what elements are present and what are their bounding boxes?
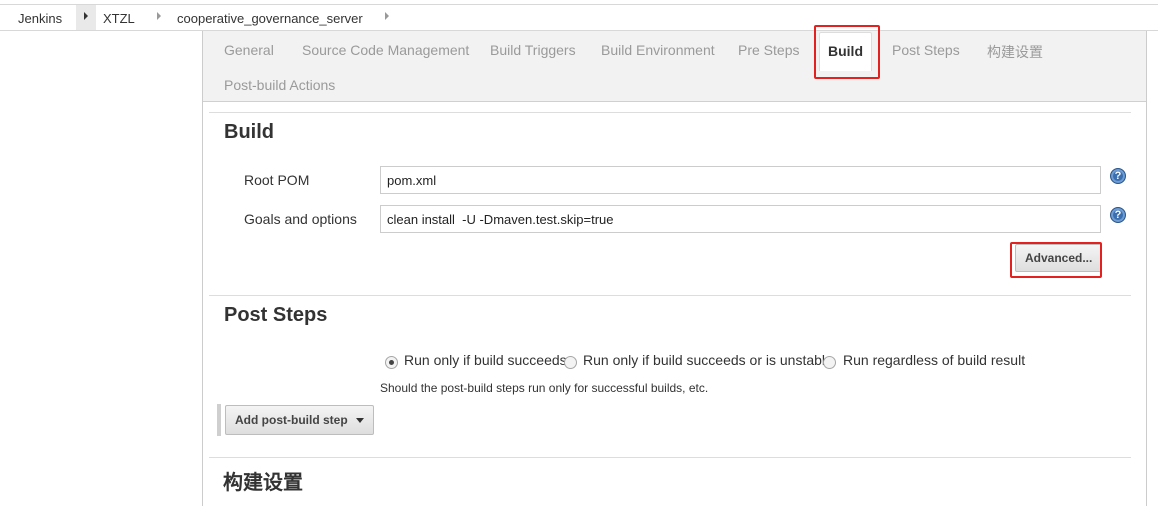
tab-pre-steps[interactable]: Pre Steps: [738, 42, 799, 58]
breadcrumb-item-xtzl[interactable]: XTZL: [103, 11, 135, 26]
chevron-right-icon: [385, 12, 389, 20]
tab-build-settings[interactable]: 构建设置: [987, 42, 1043, 62]
chevron-right-icon: [84, 12, 88, 20]
section-divider: [209, 295, 1131, 296]
config-panel: General Source Code Management Build Tri…: [202, 25, 1147, 506]
goals-and-options-label: Goals and options: [244, 211, 357, 227]
radio-run-if-succeeds-or-unstable[interactable]: [564, 356, 577, 369]
help-icon[interactable]: ?: [1110, 168, 1126, 184]
breadcrumb-item-project[interactable]: cooperative_governance_server: [177, 11, 363, 26]
breadcrumb-item-jenkins[interactable]: Jenkins: [18, 11, 62, 26]
tab-build-environment[interactable]: Build Environment: [601, 42, 715, 58]
chevron-right-icon: [157, 12, 161, 20]
tab-source-code-management[interactable]: Source Code Management: [302, 42, 469, 58]
chevron-down-icon: [355, 418, 364, 424]
add-post-build-step-label: Add post-build step: [235, 413, 348, 427]
tab-build-triggers[interactable]: Build Triggers: [490, 42, 576, 58]
breadcrumb-separator[interactable]: [377, 5, 397, 30]
breadcrumb: Jenkins XTZL cooperative_governance_serv…: [0, 4, 1158, 31]
tab-bar: General Source Code Management Build Tri…: [203, 31, 1146, 102]
help-icon[interactable]: ?: [1110, 207, 1126, 223]
build-settings-section-title: 构建设置: [223, 472, 303, 494]
radio-label: Run regardless of build result: [843, 352, 1026, 368]
radio-run-regardless[interactable]: [823, 356, 836, 369]
post-steps-section-title: Post Steps: [224, 304, 328, 326]
breadcrumb-separator[interactable]: [76, 5, 96, 30]
radio-label: Run only if build succeeds or is unstabl…: [583, 352, 833, 368]
radio-label: Run only if build succeeds: [404, 352, 567, 368]
tab-post-build-actions[interactable]: Post-build Actions: [224, 77, 335, 93]
section-divider: [209, 457, 1131, 458]
goals-and-options-input[interactable]: [380, 205, 1101, 233]
tab-general[interactable]: General: [224, 42, 274, 58]
build-section-title: Build: [224, 121, 274, 143]
advanced-button-highlight: [1010, 242, 1102, 278]
build-tab-highlight: [814, 25, 880, 79]
tab-post-steps[interactable]: Post Steps: [892, 42, 960, 58]
add-post-build-step-button[interactable]: Add post-build step: [225, 405, 374, 435]
radio-run-if-succeeds[interactable]: [385, 356, 398, 369]
drag-handle[interactable]: [217, 404, 221, 436]
post-steps-hint: Should the post-build steps run only for…: [380, 381, 709, 395]
root-pom-input[interactable]: [380, 166, 1101, 194]
root-pom-label: Root POM: [244, 172, 310, 188]
section-divider: [209, 112, 1131, 113]
breadcrumb-separator[interactable]: [149, 5, 169, 30]
